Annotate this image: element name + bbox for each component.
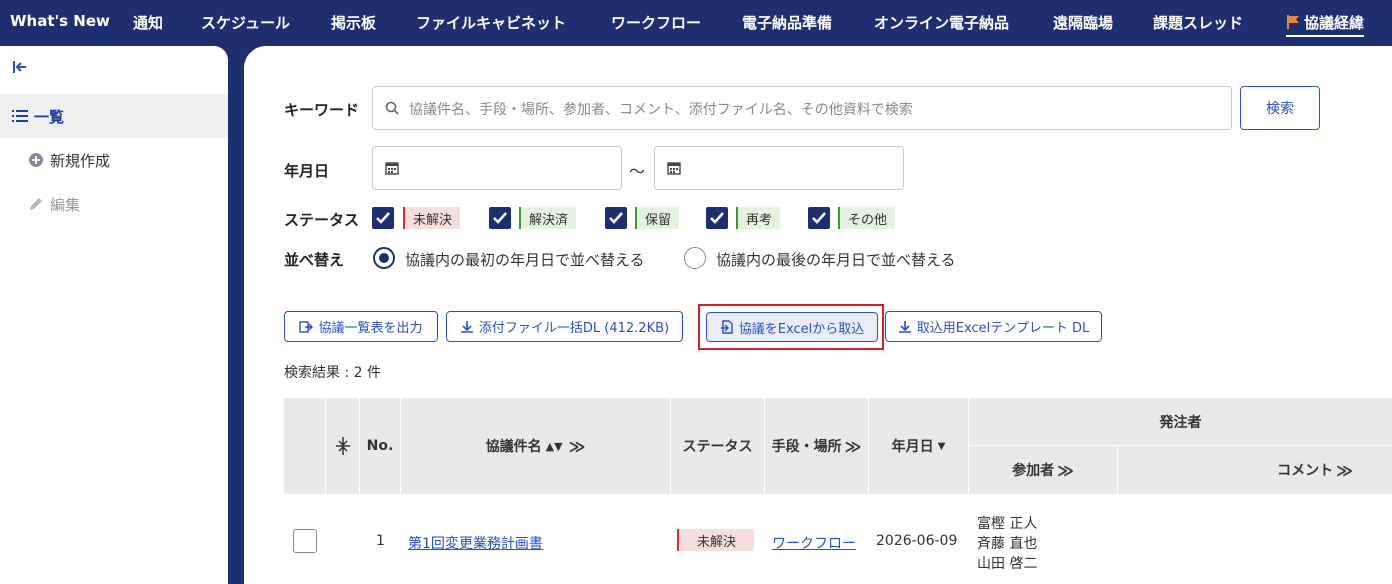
- header-checkbox-col: [284, 398, 325, 494]
- header-date[interactable]: 年月日 ▼: [869, 398, 968, 494]
- search-icon: [385, 101, 399, 115]
- sort-radio-first-date[interactable]: [373, 247, 395, 269]
- row-no: 1: [376, 533, 385, 549]
- keyword-label: キーワード: [284, 101, 360, 119]
- expand-right-icon: ≫: [844, 436, 862, 456]
- nav-file-cabinet[interactable]: ファイルキャビネット: [416, 12, 566, 33]
- row-participant: 山田 啓二: [977, 556, 1038, 572]
- main-panel: キーワード 協議件名、手段・場所、参加者、コメント、添付ファイル名、その他資料で…: [244, 46, 1392, 584]
- pencil-icon: [30, 198, 42, 210]
- calendar-icon: [385, 162, 399, 175]
- download-icon: [460, 320, 473, 333]
- import-excel-label: 協議をExcelから取込: [738, 321, 865, 337]
- header-participants-label: 参加者: [1012, 463, 1055, 479]
- sort-option-first-date: 協議内の最初の年月日で並べ替える: [405, 251, 645, 269]
- header-comment[interactable]: コメント ≫: [1118, 446, 1392, 494]
- sort-icon: ▲▼: [545, 439, 563, 453]
- status-checkbox-reconsider[interactable]: [706, 207, 728, 229]
- status-tag-resolved: 解決済: [519, 207, 577, 229]
- header-expand-col[interactable]: [326, 398, 359, 494]
- top-nav: What's New 通知 スケジュール 掲示板 ファイルキャビネット ワークフ…: [0, 0, 1392, 44]
- row-method-link[interactable]: ワークフロー: [772, 533, 856, 553]
- row-status-badge: 未解決: [677, 529, 755, 551]
- nav-issue-thread[interactable]: 課題スレッド: [1153, 12, 1243, 33]
- results-count: 検索結果 : 2 件: [284, 365, 381, 381]
- status-label: ステータス: [284, 211, 360, 229]
- nav-bulletin[interactable]: 掲示板: [331, 12, 376, 33]
- sidebar: 一覧 新規作成 編集: [0, 46, 228, 584]
- date-from-field[interactable]: [372, 146, 622, 190]
- expand-right-icon: ≫: [1336, 460, 1353, 480]
- status-checkbox-pending[interactable]: [605, 207, 627, 229]
- export-list-button[interactable]: 協議一覧表を出力: [284, 311, 438, 342]
- sidebar-item-edit: 編集: [0, 182, 228, 226]
- header-status: ステータス: [671, 398, 764, 494]
- sidebar-item-list-label: 一覧: [34, 107, 65, 126]
- nav-e-delivery-prep[interactable]: 電子納品準備: [742, 12, 832, 33]
- date-label: 年月日: [284, 162, 330, 180]
- download-attachments-label: 添付ファイル一括DL (412.2KB): [478, 321, 670, 336]
- status-checkbox-unresolved[interactable]: [372, 207, 394, 229]
- row-participant: 斉藤 直也: [977, 536, 1038, 552]
- header-client-group: 発注者: [969, 398, 1392, 445]
- date-to-field[interactable]: [654, 146, 904, 190]
- date-separator: ～: [629, 162, 646, 181]
- import-excel-button[interactable]: 協議をExcelから取込: [706, 312, 878, 342]
- search-button[interactable]: 検索: [1240, 86, 1320, 130]
- template-download-button[interactable]: 取込用Excelテンプレート DL: [885, 311, 1102, 342]
- status-tag-unresolved: 未解決: [403, 207, 461, 229]
- flag-icon: [1287, 15, 1299, 29]
- keyword-placeholder: 協議件名、手段・場所、参加者、コメント、添付ファイル名、その他資料で検索: [409, 102, 913, 118]
- expand-collapse-icon: [335, 437, 350, 455]
- header-participants[interactable]: 参加者 ≫: [969, 446, 1117, 494]
- keyword-input[interactable]: 協議件名、手段・場所、参加者、コメント、添付ファイル名、その他資料で検索: [372, 86, 1232, 130]
- nav-schedule[interactable]: スケジュール: [201, 12, 290, 33]
- sidebar-item-new[interactable]: 新規作成: [0, 138, 228, 182]
- download-icon: [898, 320, 911, 333]
- expand-right-icon: ≫: [1057, 460, 1074, 480]
- sidebar-item-list[interactable]: 一覧: [0, 94, 228, 138]
- nav-notifications[interactable]: 通知: [133, 12, 163, 33]
- header-title[interactable]: 協議件名 ▲▼ ≫: [401, 398, 670, 494]
- calendar-icon: [667, 162, 681, 175]
- row-checkbox[interactable]: [293, 529, 317, 553]
- row-title-link[interactable]: 第1回変更業務計画書: [408, 533, 543, 553]
- status-tag-pending: 保留: [635, 207, 680, 229]
- sidebar-item-edit-label: 編集: [50, 195, 81, 214]
- row-participant: 富樫 正人: [977, 516, 1038, 532]
- sort-radio-last-date[interactable]: [684, 247, 706, 269]
- nav-online-e-delivery[interactable]: オンライン電子納品: [874, 12, 1009, 33]
- sort-desc-icon: ▼: [937, 440, 946, 452]
- template-download-label: 取込用Excelテンプレート DL: [916, 321, 1090, 336]
- header-title-label: 協議件名: [485, 439, 542, 455]
- header-method[interactable]: 手段・場所 ≫: [765, 398, 868, 494]
- status-checkbox-resolved[interactable]: [489, 207, 511, 229]
- sidebar-item-new-label: 新規作成: [50, 151, 111, 170]
- status-tag-reconsider: 再考: [736, 207, 781, 229]
- nav-whats-new[interactable]: What's New: [10, 12, 110, 30]
- status-checkbox-other[interactable]: [808, 207, 830, 229]
- plus-circle-icon: [29, 153, 43, 167]
- header-no: No.: [360, 398, 400, 494]
- sort-option-last-date: 協議内の最後の年月日で並べ替える: [716, 251, 956, 269]
- file-import-icon: [720, 320, 733, 334]
- collapse-left-icon[interactable]: [12, 60, 28, 78]
- status-tag-other: その他: [838, 207, 896, 229]
- expand-right-icon: ≫: [568, 436, 586, 456]
- export-icon: [299, 320, 314, 333]
- nav-remote-inspection[interactable]: 遠隔臨場: [1053, 12, 1113, 33]
- nav-consultation-history[interactable]: 協議経緯: [1286, 12, 1365, 37]
- header-date-label: 年月日: [891, 439, 934, 455]
- list-icon: [12, 110, 28, 122]
- header-comment-label: コメント: [1277, 463, 1334, 479]
- nav-active-label: 協議経緯: [1304, 14, 1365, 32]
- row-date: 2026-06-09: [876, 533, 958, 549]
- export-list-label: 協議一覧表を出力: [318, 321, 423, 336]
- header-method-label: 手段・場所: [771, 439, 842, 455]
- nav-workflow[interactable]: ワークフロー: [611, 12, 701, 33]
- download-attachments-button[interactable]: 添付ファイル一括DL (412.2KB): [446, 311, 683, 342]
- sort-label: 並べ替え: [284, 251, 345, 269]
